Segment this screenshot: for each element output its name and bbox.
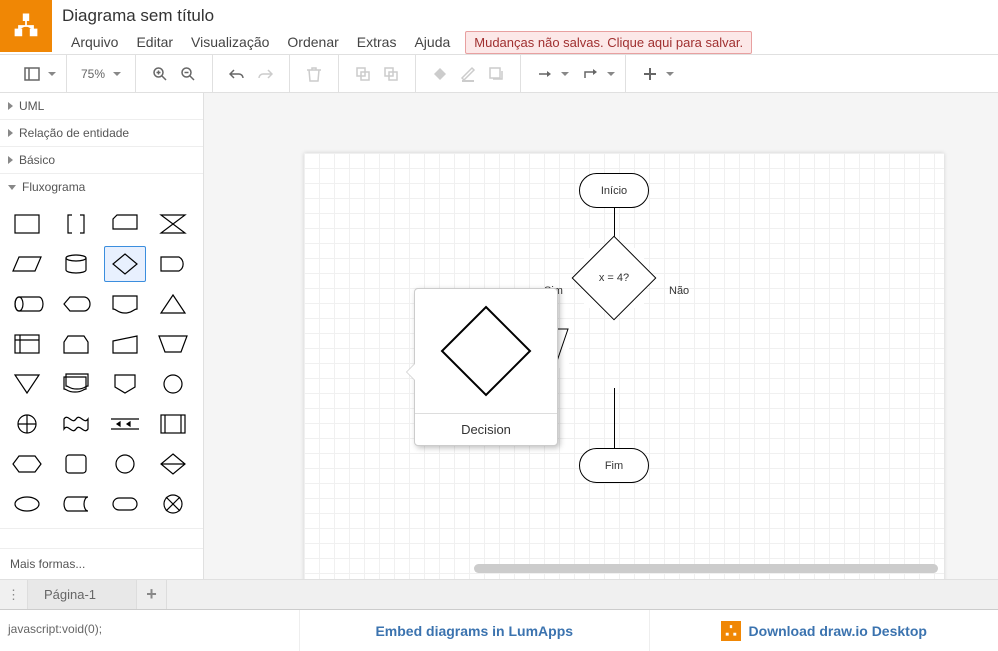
view-mode-caret[interactable] xyxy=(48,72,56,76)
shape-start[interactable] xyxy=(6,486,48,522)
shape-or[interactable] xyxy=(6,406,48,442)
shape-manual-op[interactable] xyxy=(152,326,194,362)
shape-internal-storage[interactable] xyxy=(6,326,48,362)
node-decision[interactable]: x = 4? xyxy=(584,248,644,308)
page-tabs-menu[interactable]: ⋮ xyxy=(0,580,28,609)
shape-sort[interactable] xyxy=(152,446,194,482)
shape-connector[interactable] xyxy=(152,366,194,402)
shape-sequential[interactable] xyxy=(104,446,146,482)
node-end[interactable]: Fim xyxy=(579,448,649,483)
fill-color-button[interactable] xyxy=(426,60,454,88)
shape-summing[interactable] xyxy=(152,486,194,522)
shape-document[interactable] xyxy=(104,286,146,322)
page-add-button[interactable]: + xyxy=(137,580,167,609)
palette-header-flowchart[interactable]: Fluxograma xyxy=(0,174,203,200)
view-mode-button[interactable] xyxy=(18,60,46,88)
status-bar: javascript:void(0); xyxy=(0,610,300,651)
canvas-page[interactable]: Início x = 4? Sim Não x é = a 4 xyxy=(304,153,944,579)
toolbar: 75% xyxy=(0,55,998,93)
zoom-select[interactable]: 75% xyxy=(77,67,125,81)
add-caret[interactable] xyxy=(666,72,674,76)
shape-decision[interactable] xyxy=(104,246,146,282)
shape-process2[interactable] xyxy=(55,446,97,482)
menu-help[interactable]: Ajuda xyxy=(405,30,459,54)
shape-parallel[interactable] xyxy=(104,406,146,442)
shape-delay[interactable] xyxy=(152,246,194,282)
label-no: Não xyxy=(669,285,689,297)
shape-offpage[interactable] xyxy=(104,366,146,402)
menu-extras[interactable]: Extras xyxy=(348,30,406,54)
page-tabs: ⋮ Página-1 + xyxy=(0,579,998,609)
palette-header-basic[interactable]: Básico xyxy=(0,147,203,173)
shape-bracket[interactable] xyxy=(55,206,97,242)
palette-header-entity[interactable]: Relação de entidade xyxy=(0,120,203,146)
app-logo[interactable] xyxy=(0,0,52,52)
sidebar: UML Relação de entidade Básico Fluxogram… xyxy=(0,93,204,579)
shape-terminator[interactable] xyxy=(104,486,146,522)
redo-button[interactable] xyxy=(251,60,279,88)
undo-button[interactable] xyxy=(223,60,251,88)
waypoint-button[interactable] xyxy=(577,60,605,88)
horizontal-scrollbar[interactable] xyxy=(474,564,938,573)
shape-manual-input[interactable] xyxy=(104,326,146,362)
to-back-button[interactable] xyxy=(377,60,405,88)
footer-download-link[interactable]: Download draw.io Desktop xyxy=(650,610,998,651)
connection-button[interactable] xyxy=(531,60,559,88)
edge-to-end[interactable] xyxy=(614,388,615,448)
page-tab-1[interactable]: Página-1 xyxy=(28,580,137,609)
menu-file[interactable]: Arquivo xyxy=(62,30,127,54)
shape-multi-document[interactable] xyxy=(55,366,97,402)
add-button[interactable] xyxy=(636,60,664,88)
shape-extract[interactable] xyxy=(152,286,194,322)
delete-button[interactable] xyxy=(300,60,328,88)
menu-arrange[interactable]: Ordenar xyxy=(278,30,347,54)
node-start[interactable]: Início xyxy=(579,173,649,208)
menu-view[interactable]: Visualização xyxy=(182,30,278,54)
connection-caret[interactable] xyxy=(561,72,569,76)
shape-preview-image xyxy=(415,289,557,414)
line-color-button[interactable] xyxy=(454,60,482,88)
zoom-out-button[interactable] xyxy=(174,60,202,88)
footer: javascript:void(0); Embed diagrams in Lu… xyxy=(0,609,998,651)
shape-merge[interactable] xyxy=(6,366,48,402)
shape-preparation[interactable] xyxy=(6,446,48,482)
palette-header-uml[interactable]: UML xyxy=(0,93,203,119)
menu-edit[interactable]: Editar xyxy=(127,30,182,54)
shape-loop-limit[interactable] xyxy=(55,326,97,362)
shape-preview-label: Decision xyxy=(415,414,557,445)
palette-flowchart-shapes xyxy=(0,200,203,528)
shape-preview-tooltip: Decision xyxy=(414,288,558,446)
menubar: Arquivo Editar Visualização Ordenar Extr… xyxy=(62,30,998,54)
to-front-button[interactable] xyxy=(349,60,377,88)
shape-display[interactable] xyxy=(55,286,97,322)
shape-process[interactable] xyxy=(6,206,48,242)
shape-collate[interactable] xyxy=(152,206,194,242)
waypoint-caret[interactable] xyxy=(607,72,615,76)
zoom-value: 75% xyxy=(81,67,105,81)
shape-stored-data[interactable] xyxy=(55,486,97,522)
more-shapes-button[interactable]: Mais formas... xyxy=(0,548,203,579)
shape-card[interactable] xyxy=(104,206,146,242)
zoom-in-button[interactable] xyxy=(146,60,174,88)
shape-predefined[interactable] xyxy=(152,406,194,442)
footer-embed-link[interactable]: Embed diagrams in LumApps xyxy=(300,610,650,651)
shape-tape[interactable] xyxy=(55,406,97,442)
canvas[interactable]: Início x = 4? Sim Não x é = a 4 xyxy=(204,93,998,579)
shape-database[interactable] xyxy=(55,246,97,282)
drawio-icon xyxy=(721,621,741,641)
shape-data[interactable] xyxy=(6,246,48,282)
save-warning[interactable]: Mudanças não salvas. Clique aqui para sa… xyxy=(465,31,752,54)
header: Diagrama sem título Arquivo Editar Visua… xyxy=(0,0,998,55)
shadow-button[interactable] xyxy=(482,60,510,88)
main: UML Relação de entidade Básico Fluxogram… xyxy=(0,93,998,579)
shape-direct-data[interactable] xyxy=(6,286,48,322)
document-title[interactable]: Diagrama sem título xyxy=(62,4,998,30)
